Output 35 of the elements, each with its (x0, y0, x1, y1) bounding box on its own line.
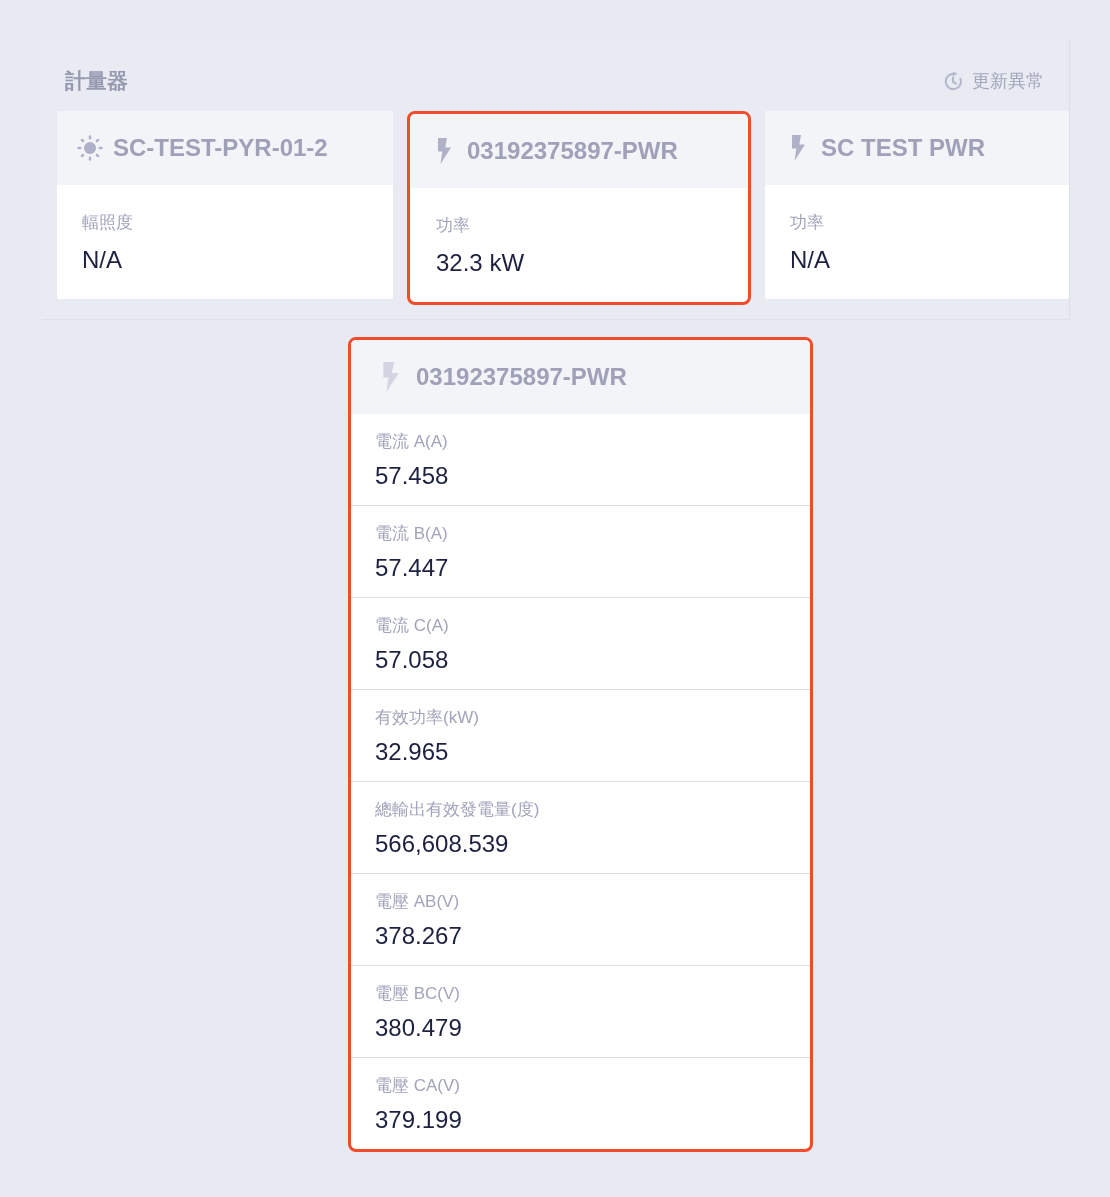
reading-value: 566,608.539 (375, 831, 510, 857)
reading-value: 32.965 (375, 739, 450, 765)
meter-card[interactable]: SC TEST PWR 功率 N/A (765, 111, 1069, 299)
reading-label: 電壓 BC(V) (375, 984, 461, 1004)
metric-label: 功率 (790, 213, 825, 233)
history-icon (943, 71, 963, 91)
reading-label: 有效功率(kW) (375, 708, 480, 728)
reading-value: 379.199 (375, 1107, 463, 1133)
lightning-bolt-icon (436, 138, 452, 164)
metric-label: 功率 (436, 216, 471, 236)
metric-value: N/A (82, 247, 123, 273)
reading-value: 57.458 (375, 463, 450, 489)
reading-value: 380.479 (375, 1015, 463, 1041)
reading-label: 電壓 AB(V) (375, 892, 461, 912)
reading-label: 總輸出有效發電量(度) (375, 800, 541, 820)
reading-value: 57.058 (375, 647, 450, 673)
panel-title: 計量器 (65, 70, 128, 92)
lightning-bolt-icon (790, 135, 806, 161)
lightning-bolt-icon (381, 362, 400, 392)
reading-value: 57.447 (375, 555, 450, 581)
reading-label: 電流 A(A) (375, 432, 449, 452)
reading-label: 電壓 CA(V) (375, 1076, 461, 1096)
meter-name: 03192375897-PWR (416, 363, 627, 391)
meter-card[interactable]: 03192375897-PWR 功率 32.3 kW (407, 111, 751, 305)
metric-value: 32.3 kW (436, 250, 526, 276)
reading-value: 378.267 (375, 923, 463, 949)
reading-label: 電流 B(A) (375, 524, 449, 544)
metric-label: 輻照度 (82, 213, 134, 233)
meter-card[interactable]: SC-TEST-PYR-01-2 輻照度 N/A (57, 111, 393, 299)
reading-label: 電流 C(A) (375, 616, 450, 636)
meter-name: 03192375897-PWR (467, 137, 678, 165)
meter-name: SC-TEST-PYR-01-2 (113, 134, 328, 162)
metric-value: N/A (790, 247, 831, 273)
meter-name: SC TEST PWR (821, 134, 985, 162)
sun-icon (77, 135, 103, 161)
